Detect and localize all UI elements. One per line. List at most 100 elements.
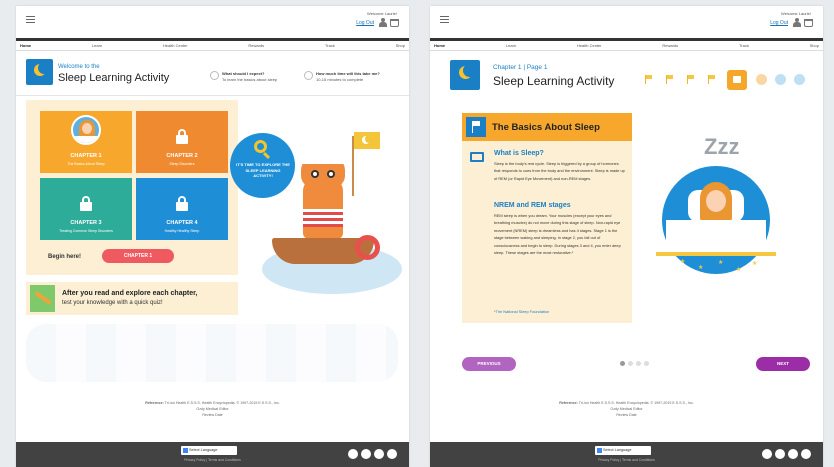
- progress-flag-icon[interactable]: [645, 75, 653, 84]
- question-icon: [210, 71, 219, 80]
- source-link[interactable]: *The National Sleep Foundation: [494, 309, 549, 314]
- progress-step-icon[interactable]: [794, 74, 805, 85]
- star-icon: ★: [718, 260, 724, 266]
- girl-face: [706, 190, 726, 212]
- page-dot-active[interactable]: [620, 361, 625, 366]
- speech-bubble-text: IT'S TIME TO EXPLORE THE SLEEP LEARNING …: [236, 162, 290, 178]
- nav-track[interactable]: Track: [325, 43, 335, 48]
- nav-home[interactable]: Home: [434, 43, 445, 48]
- lock-icon: [176, 196, 188, 211]
- welcome-text: Welcome Laurie!: [367, 11, 397, 16]
- reference-line: Reference: Tri-ion Health E.S.S.S. Healt…: [430, 401, 823, 405]
- progress-step-icon[interactable]: [756, 74, 767, 85]
- twitter-icon[interactable]: [348, 449, 358, 459]
- quiz-line-1: After you read and explore each chapter,: [62, 290, 198, 297]
- nav-learn[interactable]: Learn: [92, 43, 102, 48]
- chapter-2-tile[interactable]: CHAPTER 2 Sleep Disorders: [136, 111, 228, 173]
- blanket: [666, 220, 766, 254]
- chapter-title: CHAPTER 2: [166, 153, 198, 159]
- nav-rewards[interactable]: Rewards: [248, 43, 264, 48]
- user-icon[interactable]: [379, 18, 387, 27]
- progress-flag-icon[interactable]: [666, 75, 674, 84]
- progress-flag-icon[interactable]: [687, 75, 695, 84]
- main-nav: Home Learn Health Center Rewards Track S…: [430, 38, 823, 51]
- youtube-icon[interactable]: [361, 449, 371, 459]
- language-select[interactable]: Select Language: [595, 446, 651, 455]
- logout-link[interactable]: Log Out: [356, 20, 374, 26]
- fox-shirt: [303, 209, 343, 227]
- sleeping-girl-avatar: [71, 115, 101, 145]
- nav-track[interactable]: Track: [739, 43, 749, 48]
- chapter-3-tile[interactable]: CHAPTER 3 Treating Common Sleep Disorder…: [40, 178, 132, 240]
- main-nav: Home Learn Health Center Rewards Track S…: [16, 38, 409, 51]
- sleep-moon-icon: [26, 59, 53, 85]
- editor-line: Ozdy Medical Editor: [610, 407, 643, 411]
- reference-label: Reference:: [559, 401, 578, 405]
- next-button[interactable]: NEXT: [756, 357, 810, 371]
- begin-chapter-1-button[interactable]: CHAPTER 1: [102, 249, 174, 263]
- chapter-4-tile[interactable]: CHAPTER 4 Healthy Healthy Sleep: [136, 178, 228, 240]
- nav-health-center[interactable]: Health Center: [577, 43, 602, 48]
- expect-title: What should I expect?: [222, 71, 265, 76]
- page-dot[interactable]: [636, 361, 641, 366]
- previous-button[interactable]: PREVIOUS: [462, 357, 516, 371]
- bed-edge: [656, 252, 776, 256]
- page-dot[interactable]: [628, 361, 633, 366]
- nav-home[interactable]: Home: [20, 43, 31, 48]
- star-icon: ★: [736, 267, 742, 273]
- nav-learn[interactable]: Learn: [506, 43, 516, 48]
- page-dot[interactable]: [644, 361, 649, 366]
- cloud-background: [26, 324, 398, 382]
- review-line: Review Date: [202, 413, 223, 417]
- top-bar: Welcome Laurie! Log Out: [16, 6, 409, 38]
- card-title: The Basics About Sleep: [492, 122, 600, 133]
- fox-eye-left: [311, 170, 319, 178]
- section-2-text: REM sleep is when you dream. Your muscle…: [494, 213, 621, 256]
- quiz-line-2: test your knowledge with a quick quiz!: [62, 300, 163, 306]
- time-text: 10-15 minutes to complete: [316, 77, 364, 82]
- book-icon: [470, 152, 484, 162]
- hamburger-menu-icon[interactable]: [440, 16, 449, 23]
- nav-health-center[interactable]: Health Center: [163, 43, 188, 48]
- progress-flag-icon[interactable]: [708, 75, 716, 84]
- lock-icon: [80, 196, 92, 211]
- hamburger-menu-icon[interactable]: [26, 16, 35, 23]
- expect-text: To learn the basics about sleep: [222, 77, 278, 82]
- facebook-icon[interactable]: [374, 449, 384, 459]
- youtube-icon[interactable]: [775, 449, 785, 459]
- fox-hat: [301, 153, 345, 164]
- user-icon[interactable]: [793, 18, 801, 27]
- section-2-title: NREM and REM stages: [494, 202, 571, 209]
- section-1-title: What is Sleep?: [494, 150, 544, 157]
- twitter-icon[interactable]: [762, 449, 772, 459]
- clock-icon: [304, 71, 313, 80]
- pencil-icon: [30, 285, 55, 312]
- current-step-lock-icon[interactable]: [727, 70, 747, 90]
- chapter-1-tile[interactable]: CHAPTER 1 The Basics About Sleep: [40, 111, 132, 173]
- nav-shop[interactable]: Shop: [396, 43, 405, 48]
- fox-eye-right: [327, 170, 335, 178]
- logout-link[interactable]: Log Out: [770, 20, 788, 26]
- chapter-title: CHAPTER 1: [70, 153, 102, 159]
- chapter-title: CHAPTER 3: [70, 220, 102, 226]
- cart-icon[interactable]: [390, 19, 399, 27]
- section-1-text: Sleep is the body's rest cycle. Sleep is…: [494, 161, 625, 181]
- chapter-title: CHAPTER 4: [166, 220, 198, 226]
- zzz-text: Zzz: [704, 134, 740, 159]
- instagram-icon[interactable]: [387, 449, 397, 459]
- quiz-banner: After you read and explore each chapter,…: [26, 282, 238, 315]
- cart-icon[interactable]: [804, 19, 813, 27]
- reference-label: Reference:: [145, 401, 164, 405]
- footer: Select Language Privacy Policy | Terms a…: [430, 442, 823, 467]
- nav-shop[interactable]: Shop: [810, 43, 819, 48]
- welcome-text: Welcome Laurie!: [781, 11, 811, 16]
- language-select[interactable]: Select Language: [181, 446, 237, 455]
- chapter-subtitle: Healthy Healthy Sleep: [164, 229, 200, 233]
- sleep-moon-icon: [450, 60, 480, 90]
- instagram-icon[interactable]: [801, 449, 811, 459]
- page-title: Sleep Learning Activity: [493, 74, 615, 88]
- facebook-icon[interactable]: [788, 449, 798, 459]
- page-title: Sleep Learning Activity: [58, 72, 170, 84]
- nav-rewards[interactable]: Rewards: [662, 43, 678, 48]
- progress-step-icon[interactable]: [775, 74, 786, 85]
